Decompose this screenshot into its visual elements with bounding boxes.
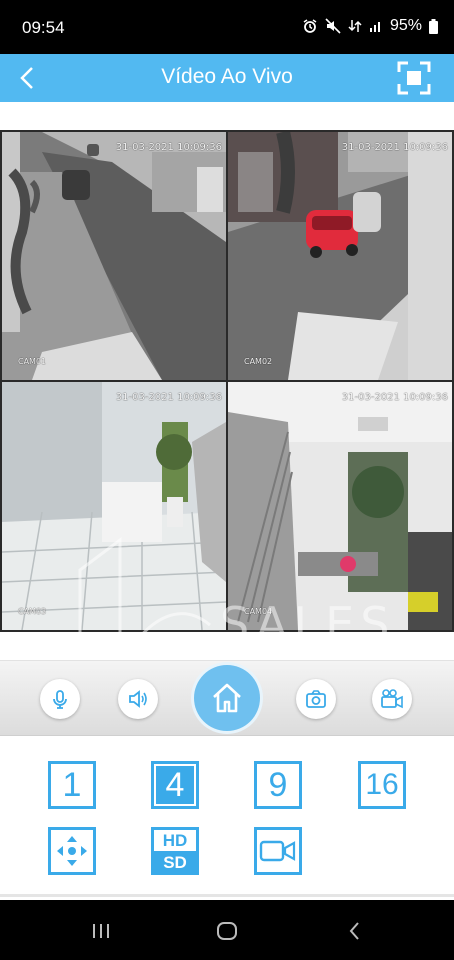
divider	[0, 894, 454, 897]
page-title: Vídeo Ao Vivo	[161, 65, 293, 88]
camera-feed-image	[228, 132, 452, 380]
system-home-button[interactable]	[216, 920, 238, 942]
app-bar: Vídeo Ao Vivo	[0, 54, 454, 102]
record-video-button[interactable]	[372, 679, 412, 719]
battery-text: 95%	[389, 17, 422, 34]
back-nav-icon	[349, 922, 359, 940]
screen: 09:54 95% Vídeo Ao Vivo 31-03-2021 10:09…	[0, 0, 454, 960]
camera-timestamp: 31-03-2021 10:09:36	[115, 392, 222, 403]
speaker-icon	[129, 690, 147, 708]
system-back-button[interactable]	[344, 920, 366, 942]
hd-sd-button[interactable]: HD SD	[151, 827, 199, 875]
alarm-icon	[302, 18, 318, 34]
camera-tile-4[interactable]: 31-03-2021 10:09:36 CAM04	[228, 382, 452, 630]
camera-tile-1[interactable]: 31-03-2021 10:09:36 CAM01	[2, 132, 226, 380]
microphone-button[interactable]	[40, 679, 80, 719]
video-grid: 31-03-2021 10:09:36 CAM01 31-03-2021 10:…	[0, 130, 454, 651]
layout-9-button[interactable]: 9	[254, 761, 302, 809]
snapshot-button[interactable]	[296, 679, 336, 719]
sd-label: SD	[163, 853, 187, 872]
camera-label: CAM04	[244, 607, 273, 616]
camera-label: CAM02	[244, 357, 273, 366]
camera-feed-image	[228, 382, 452, 630]
camera-icon	[306, 690, 326, 708]
mute-icon	[325, 18, 341, 34]
spacer	[0, 102, 454, 130]
camera-timestamp: 31-03-2021 10:09:36	[115, 142, 222, 153]
fullscreen-button[interactable]	[396, 60, 432, 96]
controls-bar	[0, 660, 454, 736]
layout-1-button[interactable]: 1	[48, 761, 96, 809]
camera-label: CAM03	[18, 607, 47, 616]
camera-feed-image	[2, 132, 226, 380]
video-record-icon	[381, 689, 403, 709]
speaker-button[interactable]	[118, 679, 158, 719]
data-icon	[348, 18, 362, 34]
home-icon	[213, 683, 241, 713]
ptz-icon	[57, 836, 87, 866]
fullscreen-icon	[397, 61, 431, 95]
system-nav-bar	[0, 900, 454, 960]
signal-icon	[369, 19, 383, 33]
battery-icon	[429, 18, 438, 34]
camera-timestamp: 31-03-2021 10:09:36	[341, 392, 448, 403]
camera-tile-2[interactable]: 31-03-2021 10:09:36 CAM02	[228, 132, 452, 380]
status-time: 09:54	[22, 18, 65, 37]
recents-icon	[93, 924, 109, 938]
camera-timestamp: 31-03-2021 10:09:36	[341, 142, 448, 153]
status-icons: 95%	[302, 17, 438, 35]
layout-16-button[interactable]: 16	[358, 761, 406, 809]
home-nav-icon	[217, 922, 237, 940]
layout-panel: 1 4 9 16 HD SD	[0, 736, 454, 896]
record-icon	[259, 840, 296, 862]
camera-label: CAM01	[18, 357, 47, 366]
layout-4-button[interactable]: 4	[151, 761, 199, 809]
camera-feed-image	[2, 382, 226, 630]
home-button[interactable]	[194, 665, 260, 731]
recents-button[interactable]	[90, 920, 112, 942]
camera-tile-3[interactable]: 31-03-2021 10:09:36 CAM03	[2, 382, 226, 630]
microphone-icon	[53, 690, 67, 709]
status-bar: 09:54 95%	[0, 0, 454, 54]
record-button[interactable]	[254, 827, 302, 875]
hd-label: HD	[162, 831, 188, 850]
ptz-button[interactable]	[48, 827, 96, 875]
